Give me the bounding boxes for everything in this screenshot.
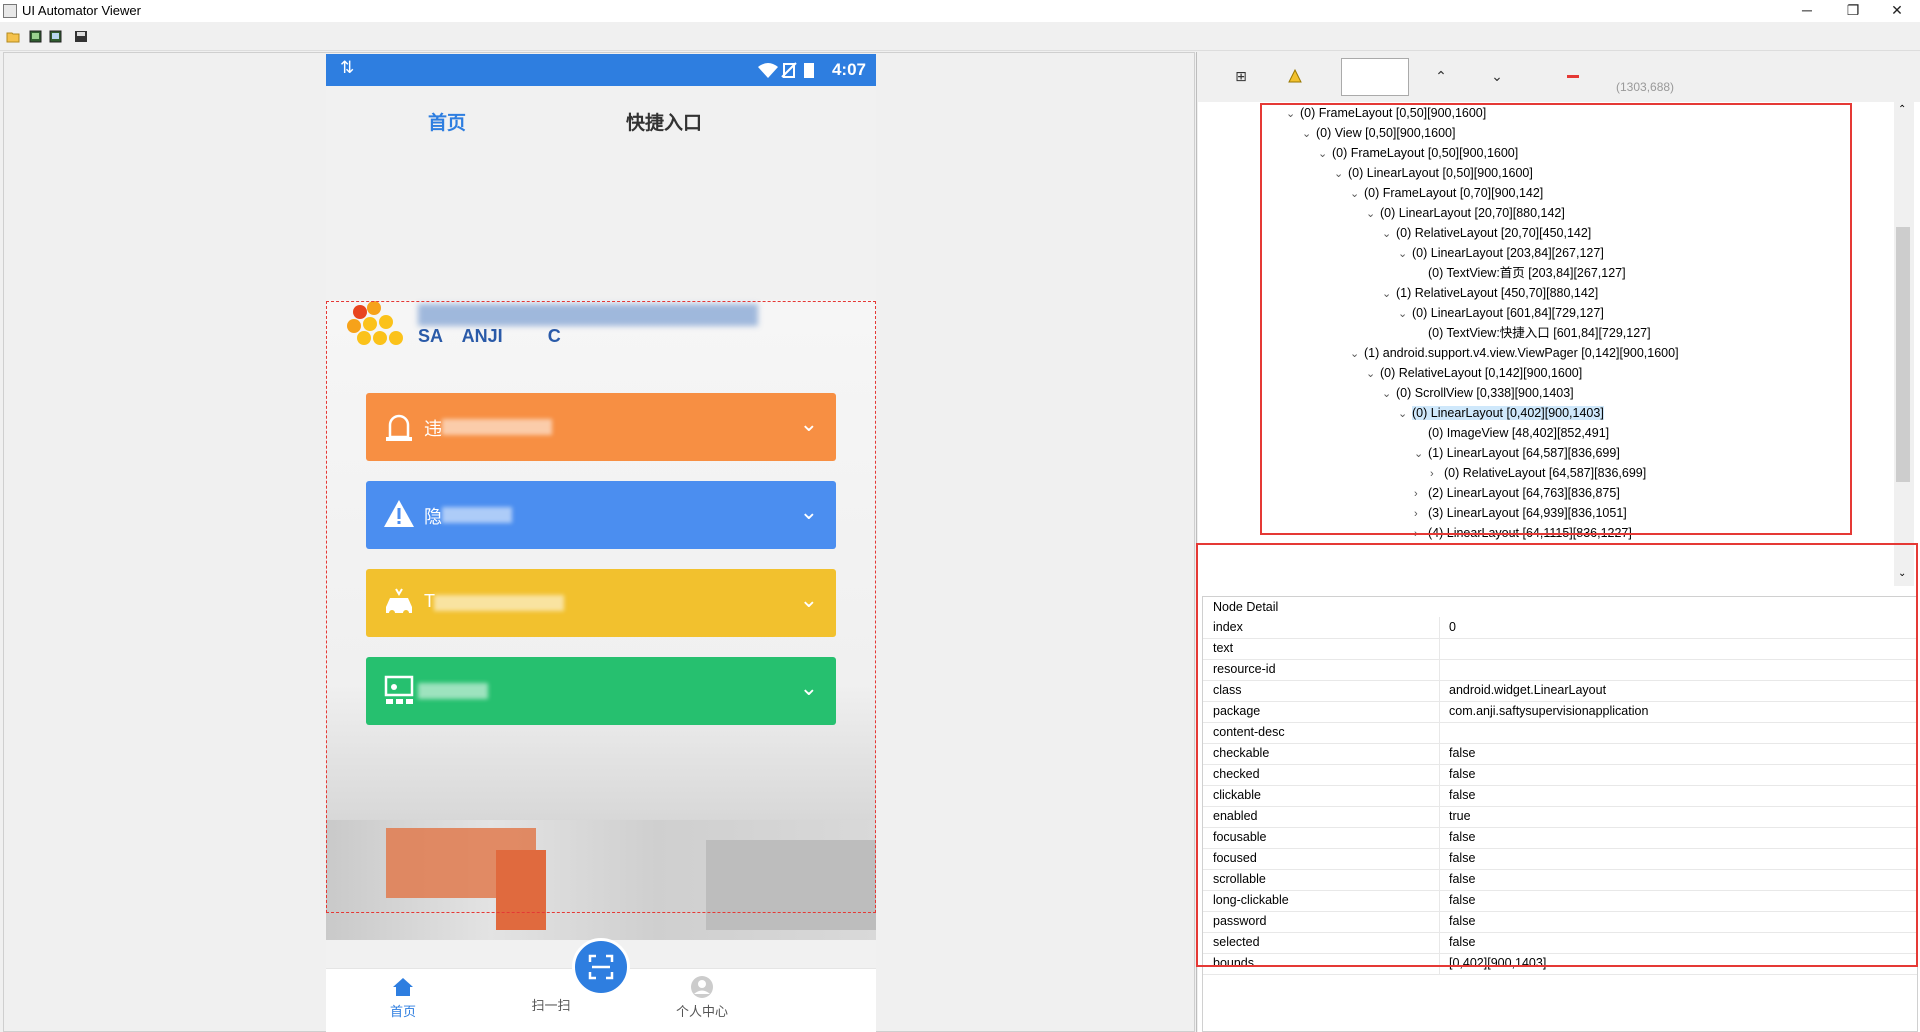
- tree-annotation-box: [1260, 103, 1852, 535]
- detail-annotation-box: [1196, 543, 1918, 967]
- nav-home[interactable]: 首页: [363, 1001, 443, 1020]
- selected-node-highlight: [326, 301, 876, 913]
- status-time: 4:07: [831, 60, 866, 79]
- window-title: UI Automator Viewer: [22, 3, 141, 18]
- tree-scrollbar[interactable]: ⌃ ⌄: [1894, 102, 1914, 586]
- close-button[interactable]: ✕: [1874, 0, 1920, 22]
- profile-icon: [691, 976, 713, 998]
- data-transfer-icon: ⇅: [340, 58, 355, 77]
- tab-shortcuts[interactable]: 快捷入口: [626, 108, 702, 135]
- tab-home[interactable]: 首页: [428, 108, 466, 135]
- minimize-button[interactable]: ─: [1784, 0, 1830, 22]
- nav-profile[interactable]: 个人中心: [662, 1001, 742, 1020]
- next-icon[interactable]: ⌄: [1486, 65, 1508, 87]
- status-icons: [758, 62, 814, 78]
- search-field[interactable]: [1341, 58, 1409, 96]
- title-bar: UI Automator Viewer ─ ❐ ✕: [0, 0, 1920, 22]
- save-icon[interactable]: [74, 30, 89, 43]
- scan-button[interactable]: [572, 938, 630, 996]
- nav-scan[interactable]: 扫一扫: [511, 995, 591, 1014]
- warning-icon[interactable]: [1284, 65, 1306, 87]
- expand-all-icon[interactable]: ⊞: [1230, 65, 1252, 87]
- app-icon: [3, 4, 17, 18]
- maximize-button[interactable]: ❐: [1830, 0, 1876, 22]
- home-icon: [393, 978, 413, 996]
- top-tabs: 首页 快捷入口: [326, 86, 876, 156]
- previous-icon[interactable]: ⌃: [1430, 65, 1452, 87]
- clear-search-icon[interactable]: [1562, 65, 1584, 87]
- device-screenshot-compressed-icon[interactable]: [48, 30, 63, 43]
- hierarchy-toolbar: ⊞ ⌃ ⌄ (1303,688): [1198, 52, 1920, 102]
- status-bar: ⇅ 4:07: [326, 54, 876, 86]
- scrollbar-thumb[interactable]: [1896, 227, 1910, 482]
- scroll-up-icon[interactable]: ⌃: [1898, 104, 1906, 115]
- cursor-coordinates: (1303,688): [1616, 80, 1675, 94]
- open-folder-icon[interactable]: [6, 30, 21, 43]
- device-screenshot-icon[interactable]: [28, 30, 43, 43]
- scan-icon: [588, 954, 614, 980]
- main-toolbar: [0, 22, 1920, 51]
